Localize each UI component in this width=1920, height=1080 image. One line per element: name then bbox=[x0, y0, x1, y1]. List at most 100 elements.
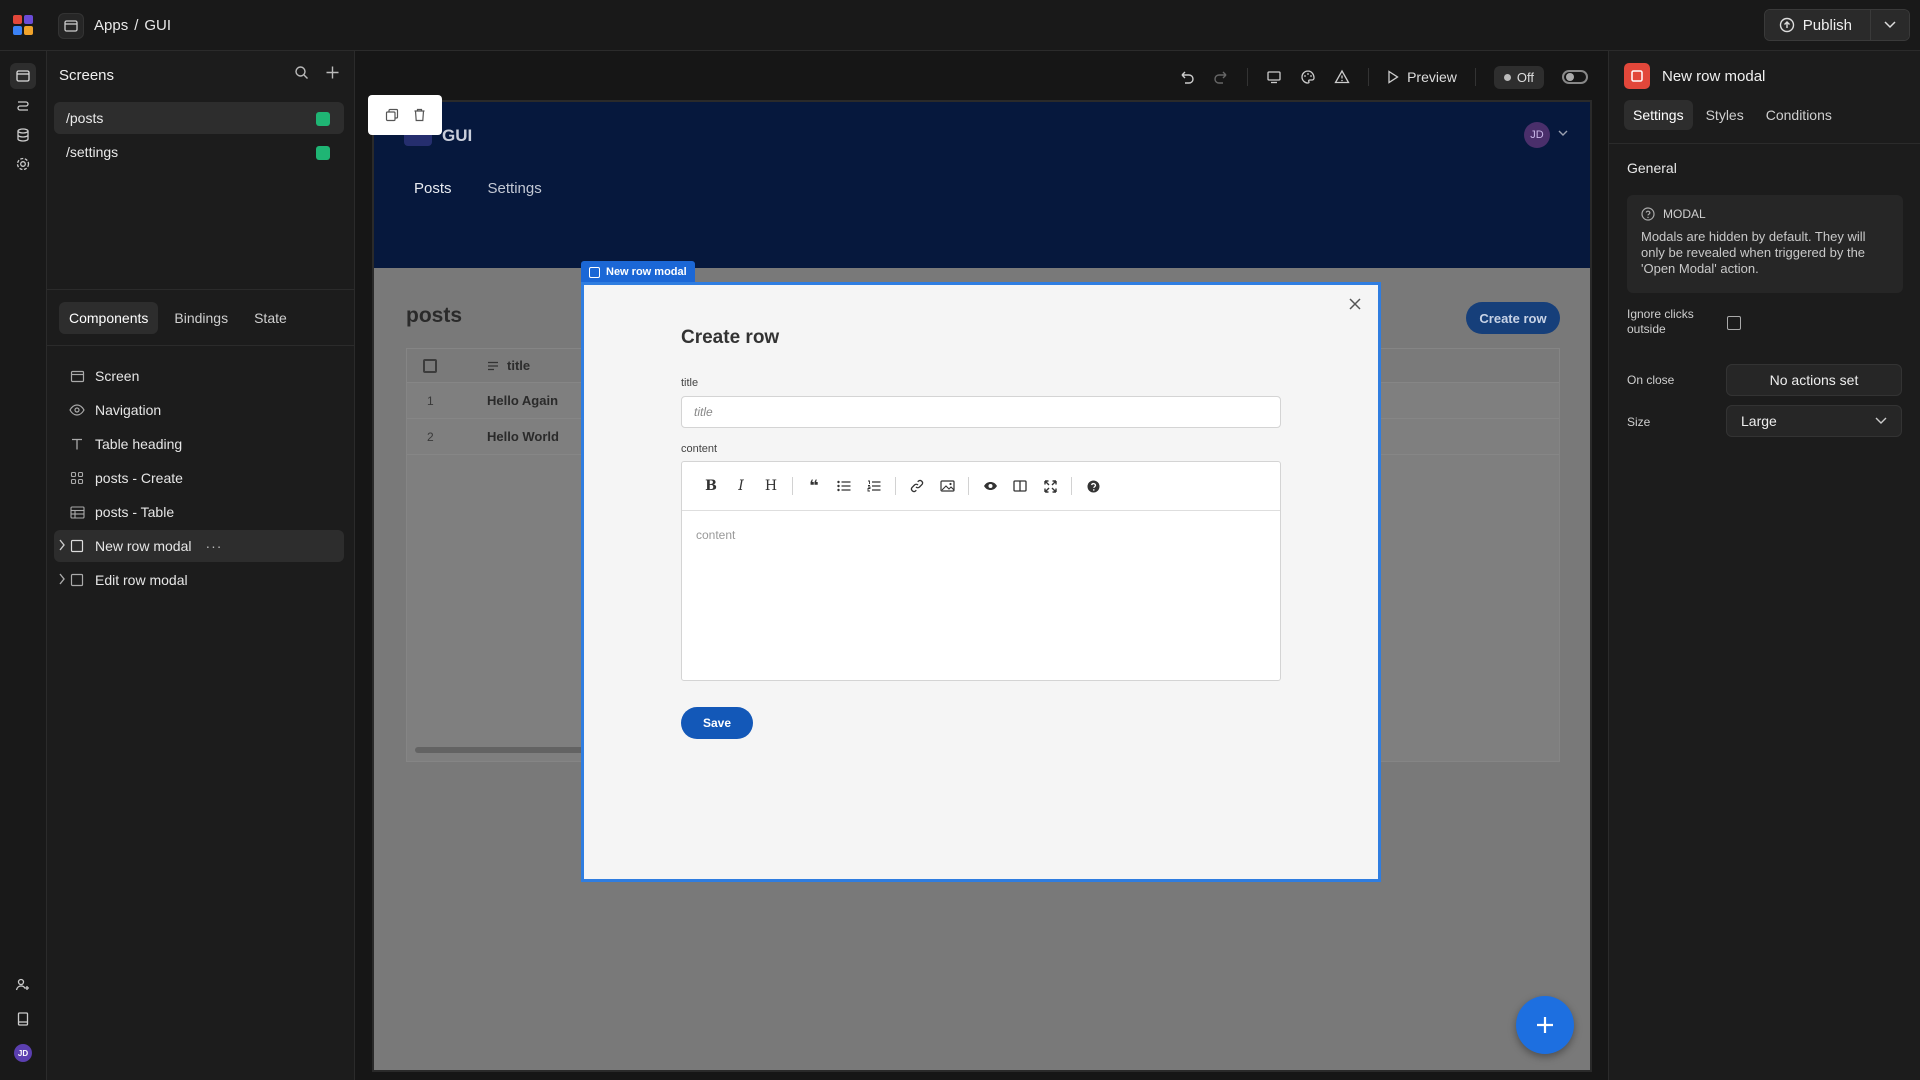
quote-button[interactable]: ❝ bbox=[799, 471, 829, 501]
theme-switch[interactable] bbox=[1562, 70, 1588, 84]
divider bbox=[1247, 68, 1249, 86]
preview-toggle-button[interactable] bbox=[975, 471, 1005, 501]
italic-icon: I bbox=[738, 478, 744, 494]
on-close-value: No actions set bbox=[1769, 372, 1859, 388]
tab-settings[interactable]: Settings bbox=[1624, 100, 1693, 130]
side-by-side-button[interactable] bbox=[1005, 471, 1035, 501]
ignore-clicks-label-line-2: outside bbox=[1627, 322, 1666, 336]
select-all-checkbox[interactable] bbox=[423, 359, 437, 373]
heading-button[interactable]: H bbox=[756, 471, 786, 501]
publish-options-button[interactable] bbox=[1871, 10, 1909, 40]
app-link-posts[interactable]: Posts bbox=[414, 180, 452, 197]
rail-automation[interactable] bbox=[10, 93, 36, 119]
screen-route: /posts bbox=[66, 110, 104, 126]
app-avatar[interactable]: JD bbox=[1524, 122, 1550, 148]
publish-group: Publish bbox=[1763, 9, 1910, 41]
undo-icon[interactable] bbox=[1179, 69, 1195, 85]
column-header-title[interactable]: title bbox=[487, 358, 530, 373]
breadcrumb-app[interactable]: GUI bbox=[144, 17, 171, 34]
title-input[interactable]: title bbox=[681, 396, 1281, 428]
rail-profile[interactable]: JD bbox=[10, 1040, 36, 1066]
palette-icon[interactable] bbox=[1300, 69, 1316, 85]
chevron-down-icon bbox=[1884, 21, 1896, 29]
publish-button[interactable]: Publish bbox=[1764, 10, 1871, 40]
component-item-posts-create[interactable]: posts - Create bbox=[54, 462, 344, 494]
tab-bindings[interactable]: Bindings bbox=[164, 302, 238, 334]
content-editor: B I H ❝ content bbox=[681, 461, 1281, 681]
rail-data[interactable] bbox=[10, 122, 36, 148]
size-select[interactable]: Large bbox=[1726, 405, 1902, 437]
component-item-edit-row-modal[interactable]: Edit row modal bbox=[54, 564, 344, 596]
chevron-down-icon bbox=[1875, 417, 1887, 424]
add-screen-icon[interactable] bbox=[325, 65, 340, 80]
warning-icon[interactable] bbox=[1334, 69, 1350, 85]
user-add-icon bbox=[15, 978, 29, 991]
content-placeholder[interactable]: content bbox=[696, 528, 735, 542]
component-label: Table heading bbox=[95, 436, 183, 452]
chevron-right-icon[interactable] bbox=[58, 573, 66, 585]
link-button[interactable] bbox=[902, 471, 932, 501]
tab-state[interactable]: State bbox=[244, 302, 297, 334]
screen-route: /settings bbox=[66, 144, 119, 160]
screen-item-posts[interactable]: /posts bbox=[54, 102, 344, 134]
component-item-navigation[interactable]: Navigation bbox=[54, 394, 344, 426]
bullet-list-button[interactable] bbox=[829, 471, 859, 501]
content-field-label: content bbox=[681, 443, 718, 455]
add-component-fab[interactable] bbox=[1516, 996, 1574, 1054]
section-heading-general: General bbox=[1627, 160, 1677, 176]
ignore-clicks-checkbox[interactable] bbox=[1727, 316, 1741, 330]
search-icon[interactable] bbox=[294, 65, 309, 80]
close-icon[interactable] bbox=[1348, 297, 1362, 311]
create-row-button[interactable]: Create row bbox=[1466, 302, 1560, 334]
numbered-list-button[interactable] bbox=[859, 471, 889, 501]
row-title: Hello World bbox=[487, 429, 559, 444]
tab-styles[interactable]: Styles bbox=[1697, 100, 1753, 130]
duplicate-icon[interactable] bbox=[385, 108, 399, 122]
modal-selection-tag[interactable]: New row modal bbox=[581, 261, 695, 283]
on-close-actions-button[interactable]: No actions set bbox=[1726, 364, 1902, 396]
desktop-icon[interactable] bbox=[1266, 69, 1282, 85]
breadcrumb-separator: / bbox=[134, 17, 139, 34]
heading-icon: H bbox=[764, 478, 778, 494]
table-scrollbar[interactable] bbox=[415, 747, 595, 753]
component-item-posts-table[interactable]: posts - Table bbox=[54, 496, 344, 528]
title-field-label: title bbox=[681, 377, 699, 389]
tab-conditions[interactable]: Conditions bbox=[1757, 100, 1841, 130]
redo-icon[interactable] bbox=[1213, 69, 1229, 85]
screen-item-settings[interactable]: /settings bbox=[54, 136, 344, 168]
layout-icon bbox=[16, 70, 30, 82]
help-circle-icon bbox=[1641, 207, 1655, 221]
budibase-logo-icon[interactable] bbox=[12, 14, 34, 36]
rail-users[interactable] bbox=[10, 972, 36, 998]
rail-settings[interactable] bbox=[10, 151, 36, 177]
bold-button[interactable]: B bbox=[696, 471, 726, 501]
component-item-screen[interactable]: Screen bbox=[54, 360, 344, 392]
rail-design[interactable] bbox=[10, 63, 36, 89]
save-button[interactable]: Save bbox=[681, 707, 753, 739]
italic-button[interactable]: I bbox=[726, 471, 756, 501]
image-button[interactable] bbox=[932, 471, 962, 501]
app-link-settings[interactable]: Settings bbox=[488, 180, 542, 197]
screens-heading: Screens bbox=[59, 67, 115, 84]
divider bbox=[47, 345, 355, 346]
live-toggle-pill[interactable]: Off bbox=[1493, 65, 1544, 89]
rail-docs[interactable] bbox=[10, 1006, 36, 1032]
new-row-modal: Create row title title content B I H ❝ c… bbox=[581, 282, 1381, 882]
panel-icon bbox=[64, 20, 78, 32]
component-item-new-row-modal[interactable]: New row modal ··· bbox=[54, 530, 344, 562]
automation-icon bbox=[17, 101, 29, 111]
breadcrumb-apps[interactable]: Apps bbox=[94, 17, 128, 34]
fullscreen-button[interactable] bbox=[1035, 471, 1065, 501]
sidebar-toggle-button[interactable] bbox=[58, 13, 84, 39]
more-options-icon[interactable]: ··· bbox=[205, 538, 222, 554]
bold-icon: B bbox=[705, 478, 717, 494]
chevron-right-icon[interactable] bbox=[58, 539, 66, 551]
chevron-down-icon[interactable] bbox=[1558, 130, 1568, 137]
editor-toolbar: B I H ❝ bbox=[682, 462, 1280, 511]
help-button[interactable] bbox=[1078, 471, 1108, 501]
preview-button[interactable]: Preview bbox=[1387, 69, 1457, 85]
gear-icon bbox=[16, 157, 30, 171]
tab-components[interactable]: Components bbox=[59, 302, 159, 334]
component-item-table-heading[interactable]: Table heading bbox=[54, 428, 344, 460]
delete-icon[interactable] bbox=[413, 108, 426, 122]
